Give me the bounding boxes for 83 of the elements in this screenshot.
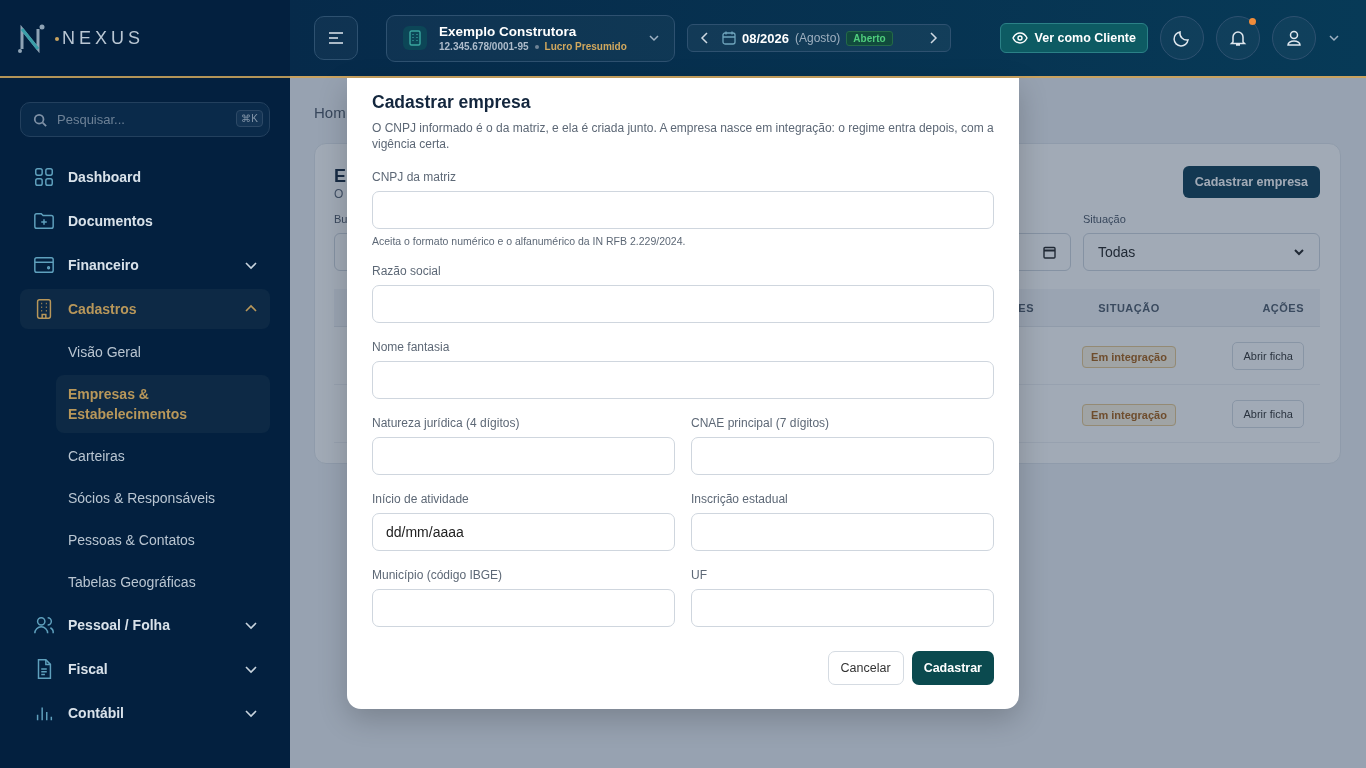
brand-name: NEXUS [62, 27, 144, 49]
field-label: Natureza jurídica (4 dígitos) [372, 416, 521, 431]
nav-item[interactable]: Documentos [20, 201, 270, 241]
menu-icon [328, 31, 344, 45]
card-icon [33, 254, 55, 276]
chevron-left-icon [700, 32, 710, 44]
moon-icon [1173, 29, 1191, 47]
period-value: 08/2026 [742, 30, 789, 46]
company-cnpj: 12.345.678/0001-95 [439, 41, 529, 52]
status-select[interactable]: Todas [1083, 233, 1320, 271]
period-month: (Agosto) [795, 31, 841, 45]
open-record-button[interactable]: Abrir ficha [1232, 399, 1304, 428]
field-label: Município (código IBGE) [372, 568, 504, 583]
calendar-icon [722, 31, 736, 45]
chevron-icon [1293, 246, 1305, 258]
status-badge: Aberto [846, 30, 893, 46]
nav-subitem[interactable]: Pessoas & Contatos [56, 521, 270, 559]
page-subtitle: O [334, 187, 345, 201]
nav-item[interactable]: Contábil [20, 693, 270, 733]
filter-label: Bu [334, 213, 349, 227]
field-label: Início de atividade [372, 492, 470, 507]
nav-item[interactable]: Financeiro [20, 245, 270, 285]
view-as-client-button[interactable]: Ver como Cliente [999, 23, 1148, 53]
column-header: AÇÕES [1261, 301, 1305, 314]
nav-item[interactable]: Cadastros [20, 289, 270, 329]
user-menu-button[interactable] [1272, 16, 1316, 60]
submit-button[interactable]: Cadastrar [911, 651, 994, 685]
nav-item[interactable]: Dashboard [20, 157, 270, 197]
tax-regime: Lucro Presumido [544, 41, 627, 52]
nav-item[interactable]: Pessoal / Folha [20, 605, 270, 645]
chevron-right-icon [928, 32, 938, 44]
breadcrumb: Hom [314, 104, 346, 121]
input-field[interactable] [372, 285, 994, 323]
input-field[interactable] [691, 589, 994, 627]
filter-label: Situação [1083, 213, 1127, 227]
folder-icon [33, 210, 55, 232]
input-field[interactable] [691, 513, 994, 551]
field-label: CNAE principal (7 dígitos) [691, 416, 831, 431]
nav-subitem[interactable]: Tabelas Geográficas [56, 563, 270, 601]
field-hint: Aceita o formato numérico e o alfanumérico da IN RFB 2.229/2024. [372, 235, 687, 247]
bell-icon [1229, 29, 1247, 47]
modal-description: O CNPJ informado é o da matriz, e ela é criada junto. A empresa nasce em integração: o regime entra depois, com a vigência certa. [372, 120, 994, 152]
column-header: SITUAÇÃO [1097, 301, 1161, 314]
users-icon [33, 614, 55, 636]
field-label: Nome fantasia [372, 340, 451, 355]
chevron-icon [648, 32, 660, 44]
nav-subitem[interactable]: Carteiras [56, 437, 270, 475]
calendar-icon [1043, 245, 1056, 259]
nav-subitem[interactable]: Empresas & Estabelecimentos [56, 375, 270, 433]
input-field[interactable] [372, 589, 675, 627]
status-badge: Em integração [1082, 345, 1176, 368]
company-selector[interactable]: Exemplo Construtora 12.345.678/0001-95 Lucro Presumido [386, 14, 675, 62]
nav-subitem[interactable]: Sócios & Responsáveis [56, 479, 270, 517]
status-badge: Em integração [1082, 403, 1176, 426]
input-field[interactable] [691, 437, 994, 475]
grid-icon [33, 166, 55, 188]
input-field[interactable] [372, 191, 994, 229]
search-icon [33, 113, 47, 127]
page-title: E [334, 166, 346, 187]
cancel-button[interactable]: Cancelar [827, 651, 904, 685]
input-field[interactable] [372, 361, 994, 399]
menu-button[interactable] [314, 16, 358, 60]
user-icon [1285, 29, 1303, 47]
nav-subitem[interactable]: Visão Geral [56, 333, 270, 371]
field-label: Inscrição estadual [691, 492, 789, 507]
theme-toggle-button[interactable] [1160, 16, 1204, 60]
open-record-button[interactable]: Abrir ficha [1232, 341, 1304, 370]
eye-icon [1011, 32, 1028, 44]
chevron-icon [1328, 32, 1340, 44]
field-label: CNPJ da matriz [372, 170, 458, 185]
column-header: ES [1017, 301, 1034, 314]
shortcut-hint: ⌘K [236, 110, 263, 127]
company-name: Exemplo Construtora [439, 24, 578, 39]
input-field[interactable]: dd/mm/aaaa [372, 513, 675, 551]
logo-icon [18, 23, 60, 53]
field-label: UF [691, 568, 708, 583]
modal-title: Cadastrar empresa [372, 92, 532, 113]
add-company-button[interactable]: Cadastrar empresa [1182, 166, 1320, 198]
notifications-button[interactable] [1216, 16, 1260, 60]
field-label: Razão social [372, 264, 442, 279]
nav-item[interactable]: Fiscal [20, 649, 270, 689]
input-field[interactable] [372, 437, 675, 475]
building-icon [408, 30, 422, 46]
